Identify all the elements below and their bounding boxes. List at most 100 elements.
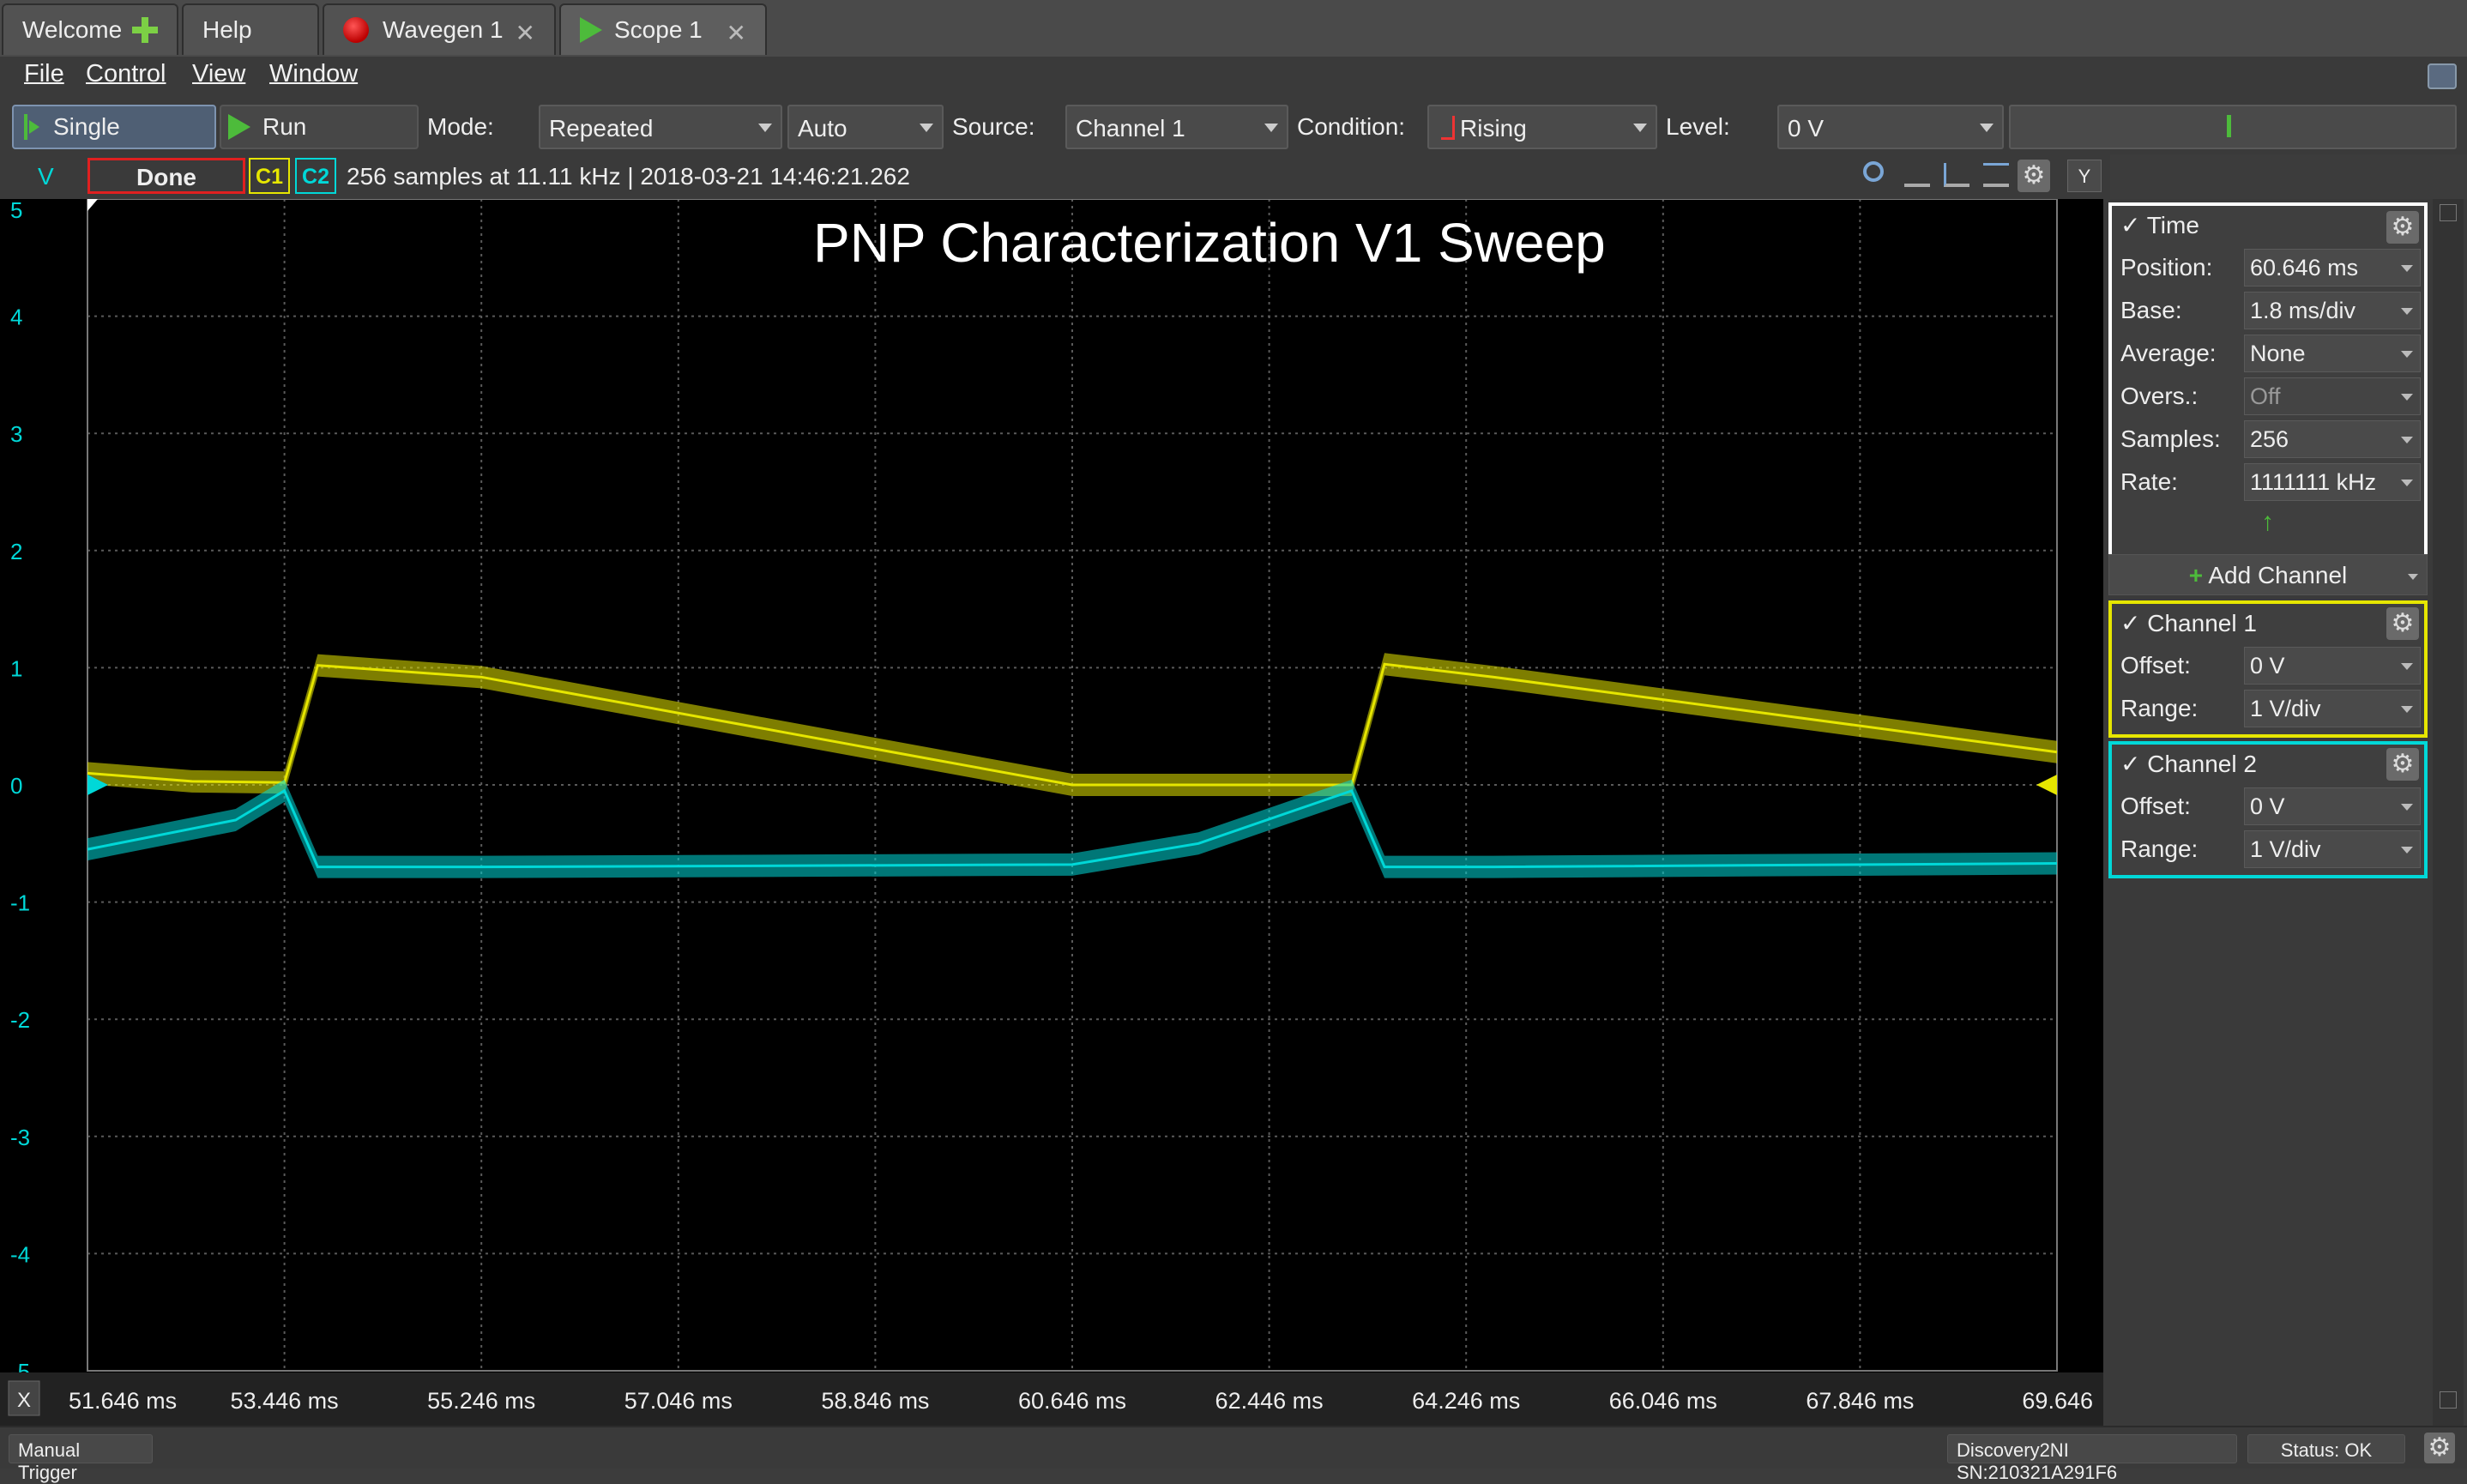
tab-label: Wavegen 1 [383, 16, 504, 44]
run-button[interactable]: Run [220, 105, 419, 149]
channel1-range-input[interactable]: 1 V/div [2244, 690, 2421, 727]
chevron-down-icon [2401, 308, 2413, 315]
x-tick-label: 69.646 [2022, 1388, 2093, 1414]
cursor-icon[interactable] [1904, 163, 1930, 187]
single-button[interactable]: Single [12, 105, 216, 149]
tab-help[interactable]: Help [182, 3, 319, 55]
y-tick-label: 3 [10, 421, 22, 447]
source-select[interactable]: Channel 1 [1065, 105, 1288, 149]
single-capture-icon [24, 114, 39, 140]
play-icon [228, 114, 250, 140]
menu-view[interactable]: View [192, 60, 245, 88]
tab-wavegen-1[interactable]: Wavegen 1 ✕ [323, 3, 556, 55]
series-line-c1 [87, 664, 2057, 785]
menu-control[interactable]: Control [86, 60, 166, 88]
range-label: Range: [2120, 695, 2198, 722]
arrow-up-icon[interactable]: ↑ [2261, 508, 2274, 537]
rate-label: Rate: [2120, 468, 2178, 496]
single-label: Single [53, 113, 120, 141]
restore-window-button[interactable] [2428, 63, 2457, 89]
y-tick-label: -3 [10, 1125, 30, 1150]
x-tick-label: 67.846 ms [1806, 1388, 1914, 1414]
cursor-icon[interactable] [1983, 163, 2009, 187]
cursor-icon[interactable] [1944, 163, 1969, 187]
channel2-badge[interactable]: C2 [295, 158, 336, 194]
chevron-down-icon [920, 124, 933, 132]
time-title[interactable]: ✓ Time [2120, 211, 2199, 239]
source-value: Channel 1 [1076, 115, 1185, 142]
tab-scope-1[interactable]: Scope 1 ✕ [559, 3, 767, 55]
condition-label: Condition: [1297, 113, 1405, 141]
trigger-position-slider[interactable] [2009, 105, 2457, 149]
unit-label: V [38, 163, 54, 190]
channel1-badge[interactable]: C1 [249, 158, 290, 194]
level-input[interactable]: 0 V [1777, 105, 2004, 149]
time-group: ✓ Time ⚙ Position: 60.646 ms Base: 1.8 m… [2108, 202, 2428, 558]
manual-trigger-label: Manual Trigger [18, 1439, 80, 1483]
panel-scrollbar[interactable] [2433, 199, 2464, 1426]
level-label: Level: [1666, 113, 1730, 141]
oscilloscope-plot[interactable]: 543210-1-2-3-4-5X51.646 ms53.446 ms55.24… [0, 199, 2103, 1426]
level-value: 0 V [1788, 115, 1824, 142]
acquisition-status: Done [87, 158, 245, 194]
menu-file[interactable]: File [24, 60, 64, 88]
tab-welcome[interactable]: Welcome [2, 3, 178, 55]
menu-window[interactable]: Window [269, 60, 358, 88]
channel2-offset-input[interactable]: 0 V [2244, 787, 2421, 825]
add-icon[interactable] [132, 17, 158, 43]
chevron-down-icon [2401, 265, 2413, 272]
x-tick-label: 53.446 ms [231, 1388, 339, 1414]
samples-value: 256 [2250, 426, 2289, 452]
tab-bar: Welcome Help Wavegen 1 ✕ Scope 1 ✕ [0, 0, 2467, 58]
device-indicator[interactable]: Discovery2NI SN:210321A291F6 [1947, 1434, 2237, 1463]
position-input[interactable]: 60.646 ms [2244, 249, 2421, 287]
chevron-down-icon [758, 124, 772, 132]
close-icon[interactable]: ✕ [516, 19, 535, 47]
gear-icon[interactable]: ⚙ [2386, 211, 2419, 244]
channel2-title[interactable]: ✓ Channel 2 [2120, 750, 2257, 778]
status-bar: Manual Trigger Discovery2NI SN:210321A29… [0, 1426, 2467, 1469]
chevron-down-icon [2401, 663, 2413, 670]
range-value: 1 V/div [2250, 836, 2321, 862]
play-icon [580, 17, 602, 43]
add-channel-button[interactable]: + Add Channel [2108, 554, 2428, 595]
gear-icon[interactable]: ⚙ [2386, 748, 2419, 781]
trigger-level-marker[interactable] [2036, 775, 2057, 795]
scroll-up-button[interactable] [2440, 204, 2457, 221]
channel1-offset-input[interactable]: 0 V [2244, 647, 2421, 685]
overs-value: Off [2250, 383, 2281, 409]
samples-input[interactable]: 256 [2244, 420, 2421, 458]
status-text: Done [136, 164, 196, 190]
mode-select[interactable]: Repeated [539, 105, 782, 149]
gear-icon[interactable]: ⚙ [2386, 607, 2419, 640]
x-label: X [17, 1389, 31, 1412]
plot-header: V Done C1 C2 256 samples at 11.11 kHz | … [0, 154, 2110, 199]
gear-icon[interactable]: ⚙ [2018, 160, 2050, 192]
slider-handle[interactable] [2227, 115, 2231, 137]
rising-edge-icon [1441, 116, 1455, 140]
rate-value: 1111111 kHz [2250, 469, 2376, 495]
manual-trigger-button[interactable]: Manual Trigger [9, 1434, 153, 1463]
average-value: None [2250, 341, 2306, 366]
mode-label: Mode: [427, 113, 494, 141]
gear-icon[interactable]: ⚙ [2424, 1433, 2455, 1463]
average-select[interactable]: None [2244, 335, 2421, 372]
offset-label: Offset: [2120, 652, 2191, 679]
y-axis-button[interactable]: Y [2067, 160, 2102, 192]
base-input[interactable]: 1.8 ms/div [2244, 292, 2421, 329]
tab-label: Scope 1 [614, 16, 703, 44]
y-tick-label: -4 [10, 1241, 30, 1267]
offset-label: Offset: [2120, 793, 2191, 820]
overs-select[interactable]: Off [2244, 377, 2421, 415]
add-channel-label: Add Channel [2208, 562, 2347, 588]
trigger-position-marker[interactable] [87, 199, 98, 211]
close-icon[interactable]: ✕ [727, 19, 746, 47]
scroll-down-button[interactable] [2440, 1391, 2457, 1409]
trigger-auto-select[interactable]: Auto [787, 105, 944, 149]
condition-select[interactable]: Rising [1427, 105, 1657, 149]
zoom-icon[interactable] [1863, 161, 1884, 182]
channel1-title[interactable]: ✓ Channel 1 [2120, 609, 2257, 637]
channel2-range-input[interactable]: 1 V/div [2244, 830, 2421, 868]
chevron-down-icon [1980, 124, 1994, 132]
rate-input[interactable]: 1111111 kHz [2244, 463, 2421, 501]
